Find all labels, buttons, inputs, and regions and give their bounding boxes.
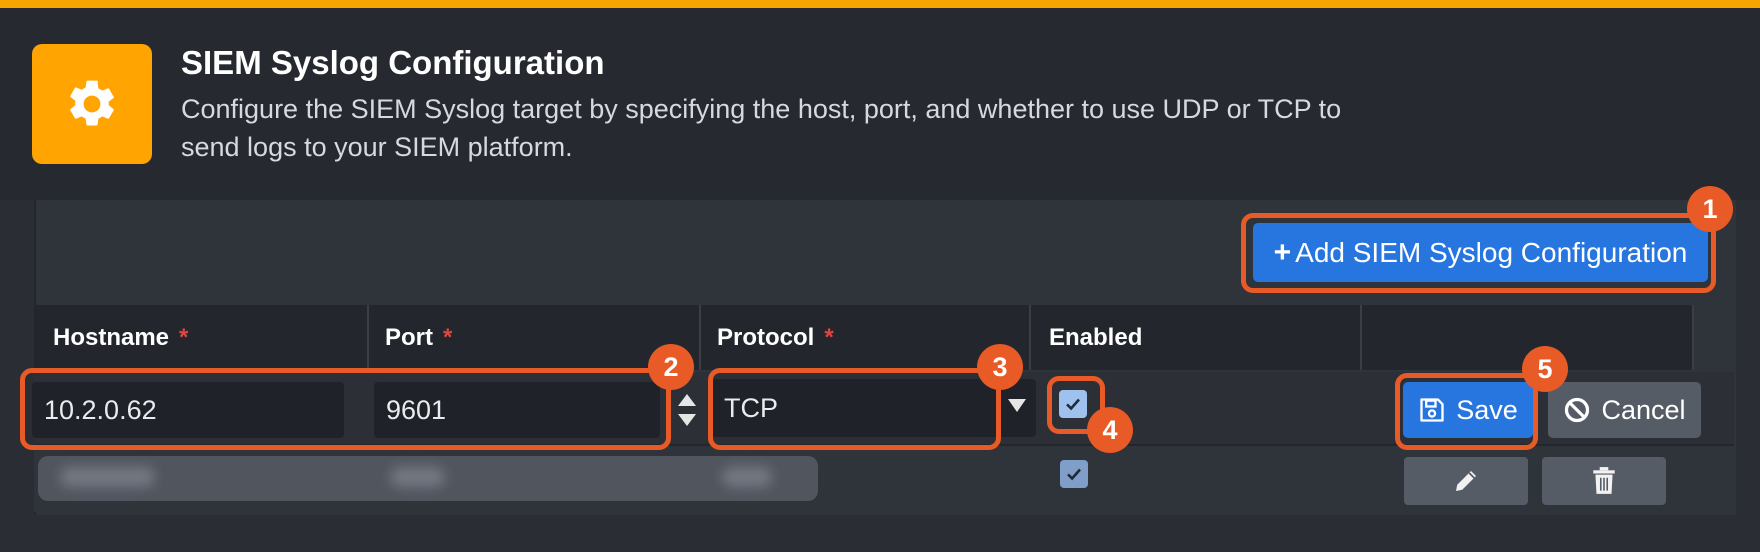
- callout-highlight: [708, 368, 1001, 450]
- cancel-button[interactable]: Cancel: [1548, 382, 1701, 438]
- top-accent-bar: [0, 0, 1760, 8]
- required-marker: *: [179, 323, 189, 351]
- callout-badge: 3: [977, 344, 1023, 390]
- column-divider: [1692, 305, 1694, 370]
- redacted-protocol: [722, 467, 772, 487]
- edit-button[interactable]: [1404, 457, 1528, 505]
- column-divider: [699, 305, 701, 370]
- column-divider: [1029, 305, 1031, 370]
- column-label: Enabled: [1049, 323, 1143, 351]
- page-title: SIEM Syslog Configuration: [181, 44, 605, 81]
- pencil-icon: [1456, 471, 1476, 491]
- callout-badge: 2: [648, 344, 694, 390]
- chevron-down-icon[interactable]: [1008, 399, 1026, 412]
- callout-badge: 5: [1522, 346, 1568, 392]
- check-icon: [1067, 468, 1081, 481]
- trash-icon: [1593, 467, 1615, 494]
- column-divider: [367, 305, 369, 370]
- column-header-port: Port *: [385, 305, 452, 370]
- redacted-port: [390, 467, 445, 487]
- callout-badge: 1: [1687, 186, 1733, 232]
- column-header-protocol: Protocol *: [717, 305, 834, 370]
- enabled-checkbox[interactable]: [1060, 460, 1088, 488]
- required-marker: *: [824, 323, 834, 351]
- ban-icon: [1565, 397, 1590, 423]
- callout-highlight: [20, 368, 671, 450]
- port-stepper-icon[interactable]: [675, 388, 699, 432]
- gear-icon: [32, 44, 152, 164]
- column-label: Hostname: [53, 323, 170, 351]
- column-label: Port: [385, 323, 433, 351]
- column-label: Protocol: [717, 323, 815, 351]
- redacted-hostname: [60, 467, 155, 487]
- cancel-button-label: Cancel: [1601, 394, 1686, 425]
- required-marker: *: [443, 323, 453, 351]
- callout-highlight: [1241, 213, 1716, 293]
- page-description: Configure the SIEM Syslog target by spec…: [181, 94, 1342, 162]
- callout-badge: 4: [1087, 407, 1133, 453]
- column-divider: [1360, 305, 1362, 370]
- callout-highlight: [1395, 373, 1538, 450]
- delete-button[interactable]: [1542, 457, 1666, 505]
- table-header: [34, 305, 1694, 370]
- column-header-enabled: Enabled: [1049, 305, 1142, 370]
- column-header-hostname: Hostname *: [53, 305, 188, 370]
